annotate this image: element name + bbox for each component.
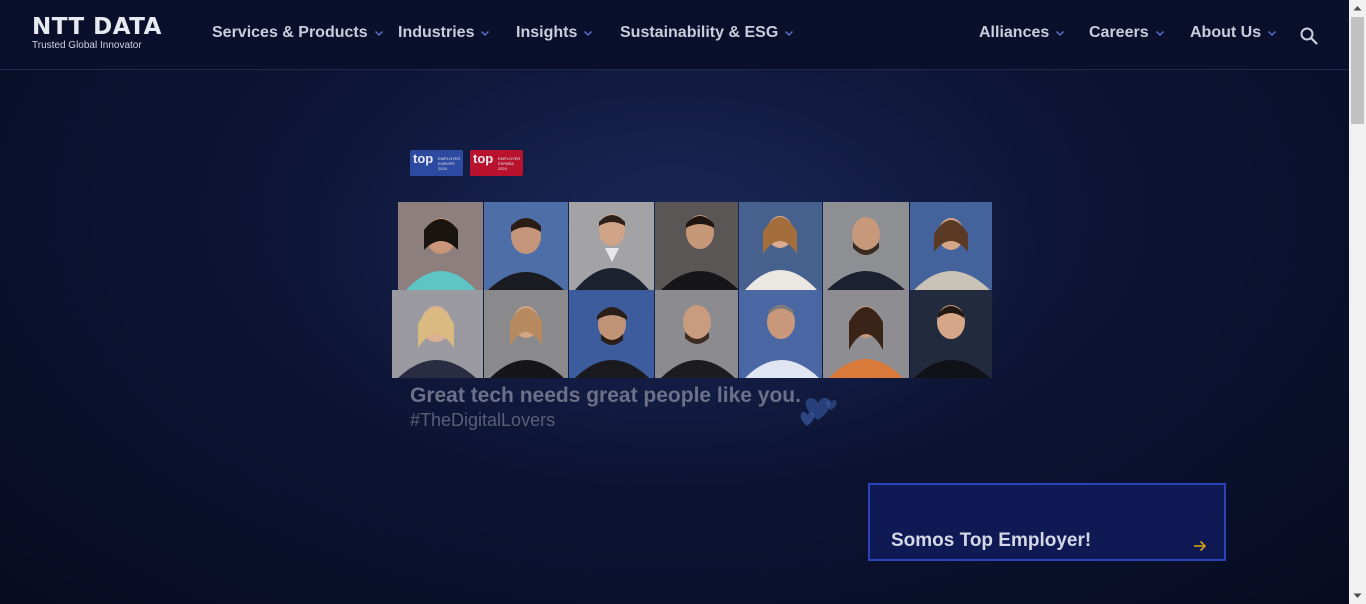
hearts-icon [800,398,837,426]
page: NTT DATA Trusted Global Innovator Servic… [0,0,1349,604]
chevron-down-icon [1268,30,1277,37]
hero-hashtag: #TheDigitalLovers [410,410,556,430]
employee-photo [569,202,654,290]
employee-photo-grid [392,202,992,378]
nav-sustainability-esg[interactable]: Sustainability & ESG [620,24,794,42]
chevron-down-icon [785,30,794,37]
logo-tagline: Trusted Global Innovator [32,40,142,51]
employee-photo [823,202,909,290]
nav-about-us[interactable]: About Us [1190,24,1277,42]
employee-photo [484,290,568,378]
employee-photo [569,290,654,378]
nav-industries[interactable]: Industries [398,24,490,42]
nav-alliances[interactable]: Alliances [979,24,1065,42]
nav-label: Careers [1089,24,1149,41]
badge-word: top [413,151,434,166]
employee-photo [655,290,738,378]
scroll-down-arrow-icon[interactable] [1349,587,1366,604]
chevron-down-icon [1056,30,1065,37]
badge-caption: EMPLOYER EUROPE 2024 [438,156,461,171]
search-icon[interactable] [1299,26,1319,46]
top-employer-cta[interactable]: Somos Top Employer! [868,483,1226,561]
scroll-up-arrow-icon[interactable] [1349,0,1366,17]
arrow-right-icon [1194,540,1207,552]
nav-label: Sustainability & ESG [620,24,779,41]
nav-careers[interactable]: Careers [1089,24,1165,42]
page-scrollbar[interactable] [1349,0,1366,604]
nav-label: Alliances [979,24,1050,41]
site-logo[interactable]: NTT DATA Trusted Global Innovator [32,15,162,51]
award-badges: top EMPLOYER EUROPE 2024 top EMPLOYER ES… [410,150,523,176]
employee-photo [910,202,992,290]
nav-services-products[interactable]: Services & Products [212,24,384,42]
top-employer-europe-badge: top EMPLOYER EUROPE 2024 [410,150,463,176]
badge-caption: EMPLOYER ESPAÑA 2024 [498,156,521,171]
hero-title: Great tech needs great people like you. [410,384,801,407]
nav-label: About Us [1190,24,1262,41]
employee-photo [910,290,992,378]
site-header: NTT DATA Trusted Global Innovator Servic… [0,0,1349,70]
chevron-down-icon [1155,30,1164,37]
scrollbar-thumb[interactable] [1351,17,1364,124]
chevron-down-icon [374,30,383,37]
badge-word: top [473,151,494,166]
employee-photo [739,202,822,290]
employee-photo [392,290,483,378]
logo-wordmark: NTT DATA [32,14,162,40]
employee-photo [398,202,483,290]
nav-insights[interactable]: Insights [516,24,593,42]
employee-photo [484,202,568,290]
employee-photo [739,290,822,378]
nav-label: Industries [398,24,475,41]
employee-photo [823,290,909,378]
employee-photo [655,202,738,290]
nav-label: Insights [516,24,578,41]
cta-label: Somos Top Employer! [891,530,1092,551]
nav-label: Services & Products [212,24,368,41]
top-employer-spain-badge: top EMPLOYER ESPAÑA 2024 [470,150,523,176]
chevron-down-icon [481,30,490,37]
chevron-down-icon [584,30,593,37]
